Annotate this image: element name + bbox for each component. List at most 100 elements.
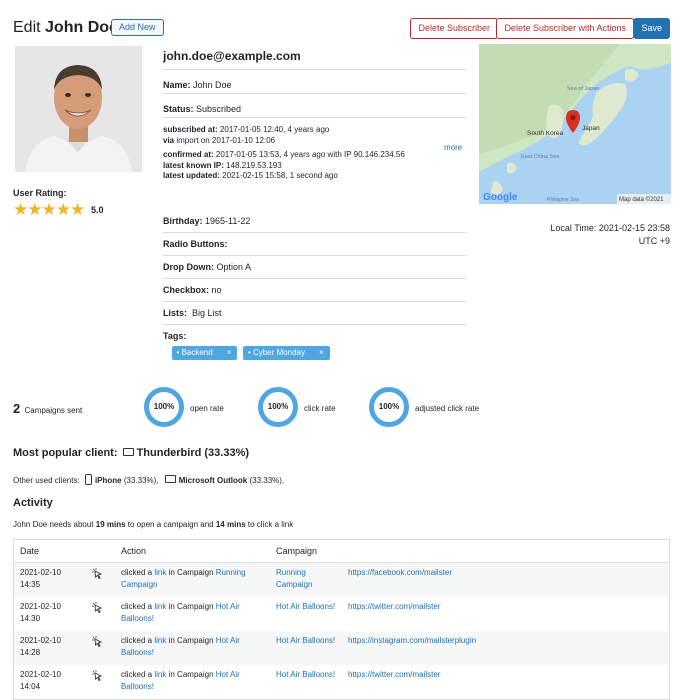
other-client-name: Microsoft Outlook xyxy=(178,476,248,485)
tag-chip[interactable]: • Cyber Monday × xyxy=(242,346,330,360)
delete-with-actions-button[interactable]: Delete Subscriber with Actions xyxy=(496,18,634,39)
star-icon: ★ xyxy=(27,200,42,219)
map-attribution[interactable]: Map data ©2021 xyxy=(619,196,664,203)
star-icon: ★ xyxy=(41,200,57,219)
remove-tag-icon[interactable]: × xyxy=(227,348,232,357)
status-label: Status: xyxy=(163,104,194,114)
row-campaign-link[interactable]: Hot Air Balloons! xyxy=(276,635,336,647)
star-icon: ★ xyxy=(55,200,71,219)
tag-dot-icon: • xyxy=(176,348,180,357)
checkbox-field[interactable]: Checkbox: no xyxy=(163,279,466,302)
most-popular-client: Most popular client: Thunderbird (33.33%… xyxy=(13,447,249,459)
map-image: South Korea Japan Sea of Japan East Chin… xyxy=(479,44,671,204)
row-url-link[interactable]: https://twitter.com/mailster xyxy=(348,601,440,613)
row-action: clicked a link in Campaign Hot Air Ballo… xyxy=(121,635,271,658)
activity-summary: John Doe needs about 19 mins to open a c… xyxy=(13,520,293,529)
table-header: Date Action Campaign xyxy=(14,540,669,563)
checkbox-value: no xyxy=(211,285,222,295)
lists-field[interactable]: Lists: Big List xyxy=(163,302,466,325)
row-date: 2021-02-10 14:30 xyxy=(20,602,61,623)
table-row: 2021-02-10 14:28 clicked a link in Campa… xyxy=(14,631,669,665)
row-url-link[interactable]: https://instagram.com/mailsterplugin xyxy=(348,635,476,647)
activity-title: Activity xyxy=(13,497,53,509)
custom-fields: Birthday: 1965-11-22 Radio Buttons: Drop… xyxy=(163,210,466,365)
open-time: 19 mins xyxy=(95,520,126,529)
row-campaign-link[interactable]: Running Campaign xyxy=(276,567,336,590)
page-title: Edit John Doe xyxy=(13,19,118,37)
confirmed-value: 2017-01-05 13:53, 4 years ago with IP 90… xyxy=(215,150,405,159)
col-campaign: Campaign xyxy=(276,546,318,556)
click-icon xyxy=(92,670,104,686)
action-link[interactable]: link xyxy=(154,602,166,611)
birthday-field[interactable]: Birthday: 1965-11-22 xyxy=(163,210,466,233)
action-text: in Campaign xyxy=(168,670,214,679)
action-link[interactable]: link xyxy=(154,636,166,645)
star-icon: ★ xyxy=(13,200,28,219)
action-text: clicked a xyxy=(121,568,153,577)
more-link[interactable]: more xyxy=(444,143,462,152)
open-rate-ring: 100% xyxy=(144,387,184,427)
action-link[interactable]: link xyxy=(154,670,166,679)
col-date: Date xyxy=(20,546,40,556)
title-name: John Doe xyxy=(45,19,118,36)
row-date: 2021-02-10 14:04 xyxy=(20,670,61,691)
campaign-stats: 2 Campaigns sent 100% open rate 100% cli… xyxy=(13,385,673,431)
click-icon xyxy=(92,602,104,618)
save-button[interactable]: Save xyxy=(633,18,670,39)
lists-label: Lists: xyxy=(163,308,188,318)
star-icon: ★ xyxy=(70,200,85,219)
updated-value: 2021-02-15 15:58, 1 second ago xyxy=(222,171,338,180)
click-rate-ring: 100% xyxy=(258,387,298,427)
open-rate-label: open rate xyxy=(190,404,224,413)
add-new-button[interactable]: Add New xyxy=(111,19,164,36)
row-campaign-link[interactable]: Hot Air Balloons! xyxy=(276,601,336,613)
action-text: clicked a xyxy=(121,670,153,679)
name-value[interactable]: John Doe xyxy=(193,80,232,90)
ip-label: latest known IP: xyxy=(163,160,224,170)
remove-tag-icon[interactable]: × xyxy=(319,348,324,357)
subscriber-email[interactable]: john.doe@example.com xyxy=(163,46,466,70)
utc-offset: UTC +9 xyxy=(638,236,670,246)
map-label-ecs: East China Sea xyxy=(521,154,560,160)
action-link[interactable]: link xyxy=(154,568,166,577)
activity-table: Date Action Campaign 2021-02-10 14:35 cl… xyxy=(13,539,670,700)
title-prefix: Edit xyxy=(13,19,41,36)
via-label: via xyxy=(163,135,175,145)
row-url-link[interactable]: https://facebook.com/mailster xyxy=(348,567,452,579)
page-header: Edit John Doe Add New Delete Subscriber … xyxy=(13,17,670,41)
confirmed-label: confirmed at: xyxy=(163,150,214,159)
campaigns-count: 2 xyxy=(13,401,21,416)
other-client-pct: (33.33%), xyxy=(123,476,159,485)
tag-chip[interactable]: • Backend × xyxy=(171,346,238,360)
other-clients: Other used clients: iPhone (33.33%), Mic… xyxy=(13,474,284,485)
summary-text: John Doe needs about xyxy=(13,520,94,529)
tag-dot-icon: • xyxy=(247,348,251,357)
local-time-value: Local Time: 2021-02-15 23:58 xyxy=(550,223,670,233)
map-label-japan: Japan xyxy=(582,125,600,132)
subscribed-value: 2017-01-05 12:40, 4 years ago xyxy=(219,125,330,134)
delete-subscriber-button[interactable]: Delete Subscriber xyxy=(410,18,498,39)
birthday-value: 1965-11-22 xyxy=(205,216,251,226)
location-map[interactable]: South Korea Japan Sea of Japan East Chin… xyxy=(479,44,671,204)
radio-field[interactable]: Radio Buttons: xyxy=(163,233,466,256)
row-date: 2021-02-10 14:28 xyxy=(20,636,61,657)
dropdown-field[interactable]: Drop Down: Option A xyxy=(163,256,466,279)
mobile-icon xyxy=(84,474,92,485)
updated-label: latest updated: xyxy=(163,171,220,180)
action-text: in Campaign xyxy=(168,568,214,577)
status-value[interactable]: Subscribed xyxy=(196,104,241,114)
map-label-ph: Philippine Sea xyxy=(547,197,579,203)
click-time: 14 mins xyxy=(215,520,246,529)
row-campaign-link[interactable]: Hot Air Balloons! xyxy=(276,669,336,681)
dropdown-value: Option A xyxy=(216,262,252,272)
action-text: in Campaign xyxy=(168,602,214,611)
action-text: clicked a xyxy=(121,636,153,645)
radio-label: Radio Buttons: xyxy=(163,239,228,249)
subscribed-label: subscribed at: xyxy=(163,125,218,134)
tag-label: Backend xyxy=(181,348,213,357)
table-row: 2021-02-10 14:30 clicked a link in Campa… xyxy=(14,597,669,631)
via-value: import on 2017-01-10 12:06 xyxy=(176,135,276,145)
row-url-link[interactable]: https://twitter.com/mailster xyxy=(348,669,440,681)
subscriber-details: subscribed at: 2017-01-05 12:40, 4 years… xyxy=(163,121,466,182)
avatar[interactable] xyxy=(15,46,142,172)
